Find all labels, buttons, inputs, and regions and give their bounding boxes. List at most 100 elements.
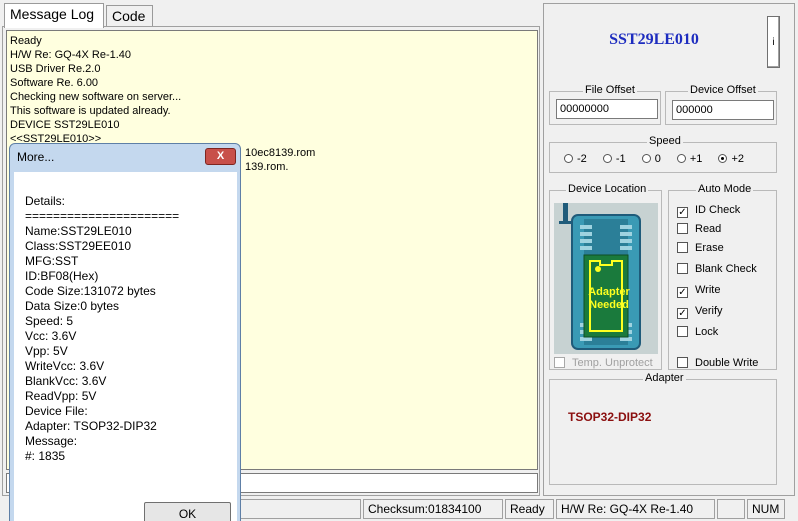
socket-icon	[554, 203, 658, 354]
auto-mode-blank-check[interactable]: Blank Check	[677, 263, 757, 275]
chip-box: SST29LE010	[549, 11, 759, 71]
file-offset-group: File Offset 00000000	[549, 84, 661, 125]
device-panel: SST29LE010 i File Offset 00000000 Device…	[543, 3, 795, 496]
checkbox-label: ID Check	[695, 204, 741, 216]
auto-mode-read[interactable]: Read	[677, 223, 721, 235]
checkbox-label: Lock	[695, 326, 719, 338]
log-line: H/W Re: GQ-4X Re-1.40	[10, 49, 132, 61]
checkbox-label: Write	[695, 284, 721, 296]
ok-button[interactable]: OK	[144, 502, 231, 521]
close-button[interactable]: X	[205, 148, 236, 165]
detail-line: ID:BF08(Hex)	[25, 269, 99, 283]
speed-option[interactable]: +2	[718, 153, 744, 165]
radio-icon	[676, 154, 686, 163]
detail-line: Vpp: 5V	[25, 344, 68, 358]
temp-unprotect-checkbox[interactable]: Temp. Unprotect	[554, 357, 653, 369]
auto-mode-lock[interactable]: Lock	[677, 326, 718, 338]
detail-line: BlankVcc: 3.6V	[25, 374, 107, 388]
device-offset-field[interactable]: 000000	[672, 100, 774, 120]
detail-line: ReadVpp: 5V	[25, 389, 97, 403]
auto-mode-label: Auto Mode	[696, 183, 754, 195]
adapter-needed-text: Adapter Needed	[588, 286, 630, 311]
device-location-group: Device Location Adapter Needed Temp. Unp…	[549, 183, 662, 370]
checkbox-label: Read	[695, 223, 722, 235]
checkbox-icon	[554, 357, 565, 368]
file-offset-field[interactable]: 00000000	[556, 99, 658, 119]
speed-option-label: -1	[615, 153, 626, 165]
detail-line: Name:SST29LE010	[25, 224, 132, 238]
detail-line: Data Size:0 bytes	[25, 299, 120, 313]
checkbox-icon	[677, 326, 688, 337]
temp-unprotect-label: Temp. Unprotect	[572, 357, 653, 369]
checkbox-icon	[677, 223, 688, 234]
log-line: Ready	[10, 35, 42, 47]
status-hw-version: H/W Re: GQ-4X Re-1.40	[556, 499, 715, 519]
auto-mode-group: Auto Mode ✓ ID Check Read Erase Blank Che…	[668, 183, 777, 370]
speed-option[interactable]: -1	[602, 153, 626, 165]
log-line: Software Re. 6.00	[10, 77, 99, 89]
status-state: Ready	[505, 499, 554, 519]
checkbox-icon	[677, 357, 688, 368]
detail-line: MFG:SST	[25, 254, 79, 268]
detail-line: Speed: 5	[25, 314, 74, 328]
tab-message-log[interactable]: Message Log	[4, 3, 104, 28]
device-offset-label: Device Offset	[688, 84, 758, 96]
adapter-name: TSOP32-DIP32	[568, 410, 652, 424]
detail-line: Adapter: TSOP32-DIP32	[25, 419, 157, 433]
speed-option-label: +2	[731, 153, 745, 165]
tab-code[interactable]: Code	[106, 5, 153, 27]
status-empty	[240, 499, 361, 519]
chip-name: SST29LE010	[609, 31, 699, 48]
device-offset-group: Device Offset 000000	[665, 84, 777, 125]
double-write-checkbox[interactable]: Double Write	[677, 357, 758, 369]
checkbox-icon	[677, 263, 688, 274]
speed-option-label: 0	[654, 153, 661, 165]
dialog-title: More...	[17, 150, 55, 164]
checkbox-icon: ✓	[677, 207, 688, 218]
log-line: USB Driver Re.2.0	[10, 63, 101, 75]
detail-line: Code Size:131072 bytes	[25, 284, 156, 298]
chip-info-button[interactable]: i	[767, 16, 780, 68]
radio-icon	[718, 154, 728, 163]
log-line: DEVICE SST29LE010	[10, 119, 120, 131]
more-dialog: More... X Details: ======================…	[9, 143, 241, 521]
checkbox-icon	[677, 242, 688, 253]
checkbox-label: Verify	[695, 305, 723, 317]
speed-option[interactable]: +1	[676, 153, 703, 165]
speed-options: -2 -1 0 +1 +2	[564, 153, 757, 165]
adapter-group: Adapter TSOP32-DIP32	[549, 372, 777, 485]
checkbox-icon: ✓	[677, 308, 688, 319]
programmer-socket-image: Adapter Needed	[554, 203, 658, 354]
device-details: Details: ====================== Name:SST29…	[25, 194, 179, 464]
speed-group: Speed -2 -1 0 +1 +2	[549, 135, 777, 173]
detail-line: Details:	[25, 194, 66, 208]
speed-option-label: +1	[689, 153, 703, 165]
radio-icon	[564, 154, 573, 163]
double-write-label: Double Write	[695, 357, 759, 369]
log-line: Checking new software on server...	[10, 91, 182, 103]
checkbox-label: Blank Check	[695, 263, 757, 275]
speed-option[interactable]: 0	[641, 153, 661, 165]
radio-icon	[641, 154, 651, 163]
status-checksum: Checksum:01834100	[363, 499, 503, 519]
device-location-label: Device Location	[566, 183, 649, 195]
checkbox-label: Erase	[695, 242, 724, 254]
close-icon: X	[216, 150, 225, 162]
detail-line: Vcc: 3.6V	[25, 329, 77, 343]
auto-mode-erase[interactable]: Erase	[677, 242, 724, 254]
status-num: NUM	[747, 499, 785, 519]
file-offset-label: File Offset	[583, 84, 637, 96]
log-line: This software is updated already.	[10, 105, 171, 117]
checkbox-icon: ✓	[677, 287, 688, 298]
detail-line: Class:SST29EE010	[25, 239, 132, 253]
speed-option-label: -2	[577, 153, 587, 165]
detail-line: #: 1835	[25, 449, 66, 463]
auto-mode-verify[interactable]: ✓ Verify	[677, 305, 723, 319]
speed-option[interactable]: -2	[564, 153, 587, 165]
detail-line: Device File:	[25, 404, 88, 418]
speed-label: Speed	[647, 135, 683, 147]
detail-line: ======================	[25, 209, 180, 223]
auto-mode-write[interactable]: ✓ Write	[677, 284, 720, 298]
adapter-label: Adapter	[643, 372, 686, 384]
auto-mode-id-check[interactable]: ✓ ID Check	[677, 204, 740, 218]
